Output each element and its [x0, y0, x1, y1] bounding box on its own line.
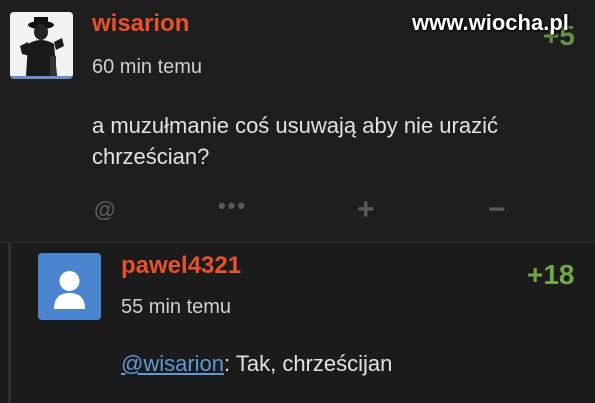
- site-watermark: www.wiocha.pl: [412, 10, 569, 35]
- default-user-avatar-icon: [38, 253, 101, 320]
- reply-score: +18: [527, 259, 575, 290]
- reply-timestamp: 55 min temu: [121, 296, 232, 318]
- user-photo-avatar-icon: [10, 12, 73, 76]
- reply-text: @wisarion: Tak, chrześcijan: [121, 348, 571, 379]
- upvote-icon[interactable]: +: [357, 193, 375, 227]
- reply-user-avatar[interactable]: [38, 253, 101, 320]
- mention-link[interactable]: @wisarion: [121, 351, 224, 376]
- reply-text-content: : Tak, chrześcijan: [224, 351, 393, 376]
- comment-actions: @ ••• + −: [0, 193, 595, 233]
- more-options-icon[interactable]: •••: [218, 193, 247, 219]
- thread-indent-line: [8, 243, 11, 403]
- comment-username[interactable]: wisarion: [92, 10, 189, 38]
- reply-icon[interactable]: @: [94, 197, 115, 223]
- reply-username[interactable]: pawel4321: [121, 252, 241, 280]
- downvote-icon[interactable]: −: [488, 193, 506, 227]
- comment-text: a muzułmanie coś usuwają aby nie urazić …: [92, 113, 498, 169]
- user-avatar[interactable]: [10, 12, 73, 79]
- comment-timestamp: 60 min temu: [92, 56, 203, 78]
- comment-item: wisarion 60 min temu a muzułmanie coś us…: [0, 0, 595, 243]
